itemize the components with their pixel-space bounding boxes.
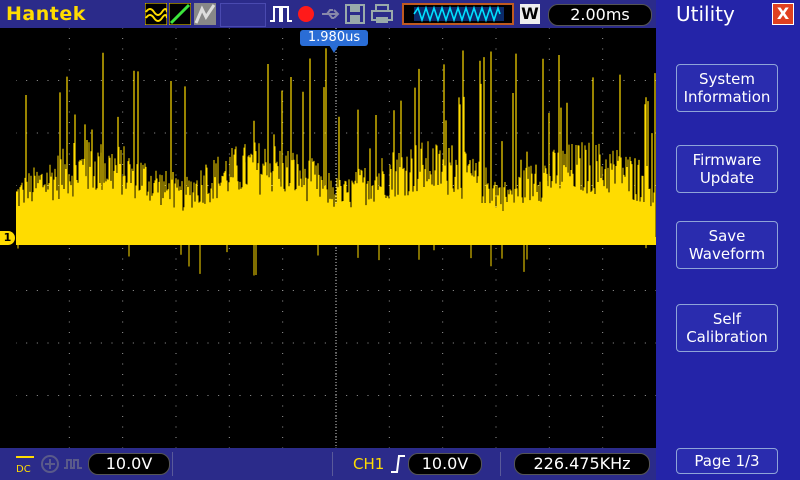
ch1-waveform-dips <box>17 240 647 276</box>
persistence-icon[interactable] <box>194 3 216 25</box>
trigger-level-readout[interactable]: 10.0V <box>408 453 482 475</box>
oscilloscope-graticule <box>15 27 657 449</box>
firmware-update-button[interactable]: Firmware Update <box>676 145 778 193</box>
self-calibration-button[interactable]: Self Calibration <box>676 304 778 352</box>
divider <box>500 452 501 476</box>
ac-coupling-icon[interactable] <box>63 454 83 474</box>
waveform-mode-badge: W <box>520 4 540 24</box>
run-stop-indicator-icon[interactable] <box>296 3 316 25</box>
graticule-grid <box>15 27 657 449</box>
save-icon[interactable] <box>344 3 366 25</box>
timebase-readout[interactable]: 2.00ms <box>548 4 652 26</box>
waveform-display-icon[interactable] <box>145 3 167 25</box>
rising-edge-trigger-icon[interactable] <box>390 454 406 474</box>
trigger-position-arrow-icon <box>329 45 339 53</box>
page-indicator-button[interactable]: Page 1/3 <box>676 448 778 474</box>
ramp-icon[interactable] <box>169 3 191 25</box>
system-information-button[interactable]: System Information <box>676 64 778 112</box>
memory-depth-icon <box>402 3 514 25</box>
close-button[interactable]: X <box>772 3 794 25</box>
dc-coupling-icon[interactable]: DC <box>14 454 36 474</box>
print-icon[interactable] <box>370 3 394 25</box>
pulse-icon[interactable] <box>268 3 294 25</box>
trigger-position-marker[interactable]: 1.980us <box>300 30 368 46</box>
bottom-status-bar: DC 10.0V CH1 10.0V 226.475KHz <box>0 448 656 480</box>
menu-header: Utility X <box>656 0 800 28</box>
usb-icon <box>322 9 340 19</box>
divider <box>332 452 333 476</box>
bandwidth-limit-icon[interactable] <box>40 454 60 474</box>
divider <box>172 452 173 476</box>
status-blank-box <box>220 3 266 27</box>
ch1-waveform-baseline <box>16 237 656 245</box>
brand-logo: Hantek <box>6 3 86 25</box>
frequency-readout: 226.475KHz <box>514 453 650 475</box>
trigger-channel-label: CH1 <box>353 455 385 473</box>
ch1-ground-marker[interactable]: 1 <box>0 231 15 245</box>
ch1-volts-per-div[interactable]: 10.0V <box>88 453 170 475</box>
top-status-bar: Hantek W 2.00ms <box>0 0 656 28</box>
menu-title: Utility <box>676 2 735 26</box>
save-waveform-button[interactable]: Save Waveform <box>676 221 778 269</box>
utility-menu-panel: Utility X System Information Firmware Up… <box>656 0 800 480</box>
svg-text:DC: DC <box>16 464 31 474</box>
